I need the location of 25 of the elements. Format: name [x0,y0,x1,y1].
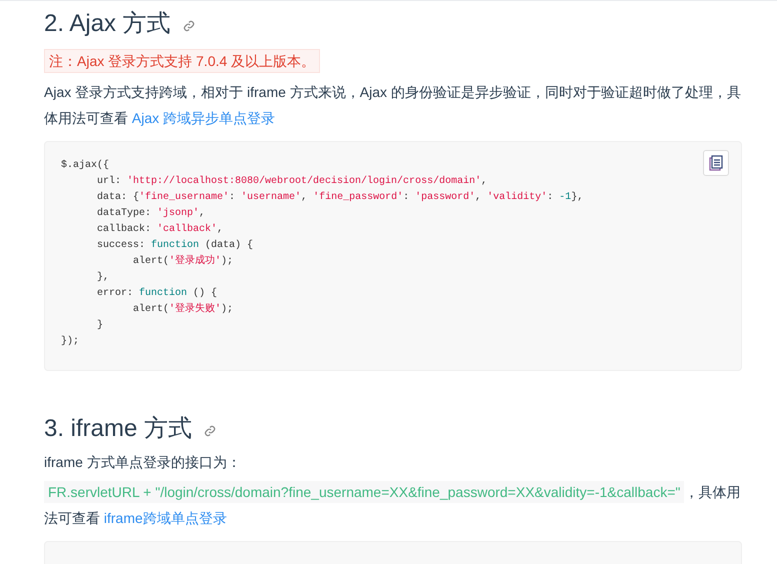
code-line: alert('登录失败'); [132,302,234,317]
code-line: url: 'http://localhost:8080/webroot/decision/login/cross/domain', [96,174,488,189]
section-heading: 2. Ajax 方式 [44,9,171,39]
code-line: }); [61,334,80,349]
code-line: alert('登录成功'); [132,254,234,269]
code-line: callback: 'callback', [96,222,224,237]
inline-code: FR.servletURL + "/login/cross/domain?fine_username=XX&fine_password=XX&validity=-1&callback=" [44,481,684,503]
version-note: 注：Ajax 登录方式支持 7.0.4 及以上版本。 [44,49,320,73]
paragraph: iframe 方式单点登录的接口为： [44,453,242,472]
code-line: dataType: 'jsonp', [96,206,206,221]
code-line: error: function () { [96,286,218,301]
code-line: } [96,318,104,333]
link-icon[interactable] [204,425,216,437]
link-icon[interactable] [182,20,195,32]
paragraph: FR.servletURL + "/login/cross/domain?fine_username=XX&fine_password=XX&validity=-1&callback=" ，具体用法可查看 iframe跨域单点登录 [44,479,742,531]
copy-icon [708,155,724,171]
paragraph: Ajax 登录方式支持跨域，相对于 iframe 方式来说，Ajax 的身份验证是异步验证，同时对于验证超时做了处理，具体用法可查看 Ajax 跨域异步单点登录 [44,83,742,128]
section-heading: 3. iframe 方式 [44,414,192,444]
code-line: }, [96,270,110,285]
doc-link[interactable]: iframe跨域单点登录 [104,510,227,526]
code-line: success: function (data) { [96,238,254,253]
code-line: data: {'fine_username': 'username', 'fine_password': 'password', 'validity': -1}, [96,190,584,205]
code-line: $.ajax({ [61,158,110,173]
doc-link[interactable]: Ajax 跨域异步单点登录 [132,110,276,126]
copy-button[interactable] [703,150,729,176]
